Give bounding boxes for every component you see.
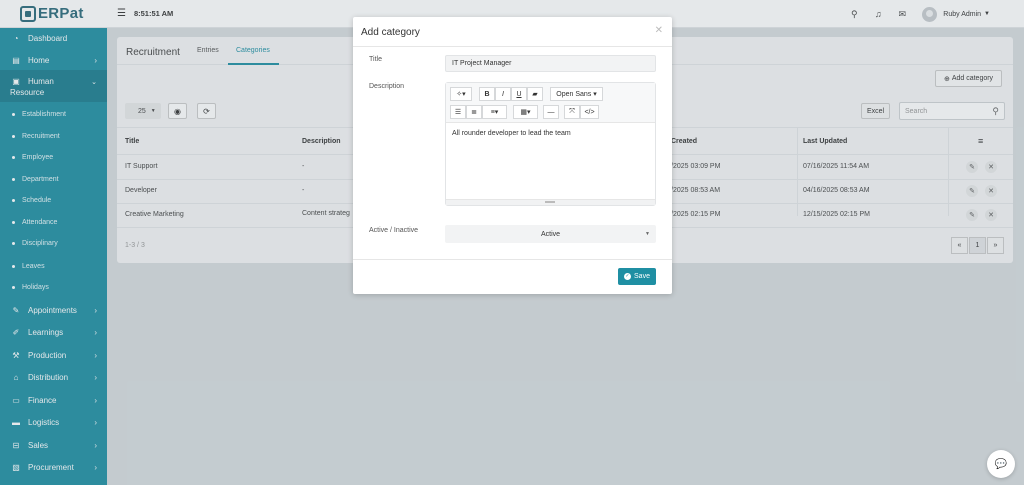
underline-button[interactable]: U [511, 87, 527, 101]
status-select[interactable]: Active ▼ [445, 225, 656, 243]
description-label: Description [369, 83, 405, 90]
description-editor[interactable]: ✧▾ B I U ▰ Open Sans ▾ ☰ ≣ ≡▾ ▦▾ — ⤧ </>… [445, 82, 656, 206]
caret-down-icon: ▼ [645, 231, 650, 237]
magic-wand-icon[interactable]: ✧▾ [450, 87, 472, 101]
modal-title: Add category [361, 27, 420, 38]
save-button[interactable]: ✓ Save [618, 268, 656, 285]
numbered-list-icon[interactable]: ≣ [466, 105, 482, 119]
divider [353, 259, 672, 260]
check-circle-icon: ✓ [624, 273, 632, 280]
horizontal-rule-icon[interactable]: — [543, 105, 559, 119]
font-name: Open Sans [556, 90, 592, 98]
divider [353, 46, 672, 47]
table-icon[interactable]: ▦▾ [513, 105, 538, 119]
code-view-icon[interactable]: </> [580, 105, 599, 119]
font-family-select[interactable]: Open Sans ▾ [550, 87, 603, 101]
resize-handle[interactable] [446, 199, 655, 205]
save-label: Save [634, 273, 650, 280]
fullscreen-icon[interactable]: ⤧ [564, 105, 580, 119]
add-category-modal: Add category ✕ Title IT Project Manager … [353, 17, 672, 294]
chat-icon[interactable]: 💬 [987, 450, 1015, 478]
italic-button[interactable]: I [495, 87, 511, 101]
eraser-icon[interactable]: ▰ [527, 87, 543, 101]
status-value: Active [540, 230, 561, 238]
title-label: Title [369, 56, 382, 63]
title-input[interactable]: IT Project Manager [445, 55, 656, 72]
description-text[interactable]: All rounder developer to lead the team [452, 130, 571, 137]
close-icon[interactable]: ✕ [655, 25, 663, 36]
status-label: Active / Inactive [369, 227, 419, 234]
editor-toolbar: ✧▾ B I U ▰ Open Sans ▾ ☰ ≣ ≡▾ ▦▾ — ⤧ </> [446, 83, 655, 123]
bullet-list-icon[interactable]: ☰ [450, 105, 466, 119]
bold-button[interactable]: B [479, 87, 495, 101]
align-icon[interactable]: ≡▾ [482, 105, 507, 119]
